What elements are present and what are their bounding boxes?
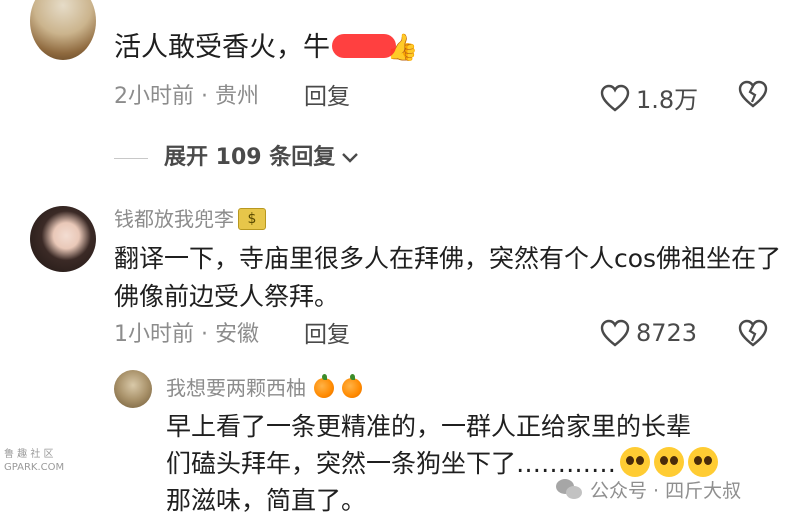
dislike-button[interactable] [738, 80, 768, 108]
like-button[interactable]: 1.8万 [600, 80, 698, 115]
avatar[interactable] [30, 206, 96, 272]
dislike-button[interactable] [738, 319, 768, 347]
broken-heart-icon [738, 319, 768, 347]
orange-icon [342, 374, 362, 398]
divider [114, 158, 148, 159]
pleading-face-icon [620, 447, 651, 477]
redaction-mark [332, 34, 396, 58]
like-count: 8723 [636, 319, 698, 347]
watermark-line: 鲁 趣 社 区 [4, 449, 54, 460]
expand-replies-button[interactable]: 展开 109 条回复 [164, 143, 359, 173]
reply-button[interactable]: 回复 [304, 320, 350, 350]
username-text: 钱都放我兜李 [114, 207, 234, 231]
comment-meta: 1小时前 · 安徽 [114, 322, 259, 347]
pleading-face-icon [654, 447, 685, 477]
pleading-face-icon [688, 447, 719, 477]
like-button[interactable]: 8723 [600, 319, 697, 347]
reply-line-text: 们磕头拜年，突然一条狗坐下了………… [166, 449, 617, 478]
comment-meta: 2小时前 · 贵州 [114, 84, 259, 109]
username-text: 我想要两颗西柚 [166, 376, 306, 400]
comment-text: 翻译一下，寺庙里很多人在拜佛，突然有个人cos佛祖坐在了佛像前边受人祭拜。 [114, 244, 782, 311]
reply-line: 早上看了一条更精准的，一群人正给家里的长辈 [166, 412, 692, 441]
expand-replies-label: 展开 109 条回复 [164, 145, 336, 170]
username[interactable]: 钱都放我兜李 $ [114, 205, 266, 233]
comment-thread: 活人敢受香火，牛 👍 2小时前 · 贵州 回复 1.8万 展开 109 条回复 钱… [0, 0, 800, 524]
watermark: 公众号 · 四斤大叔 [556, 476, 741, 503]
chevron-down-icon [341, 151, 359, 165]
money-bag-icon: $ [238, 208, 266, 230]
reply-button[interactable]: 回复 [304, 82, 350, 112]
like-count: 1.8万 [636, 86, 699, 114]
watermark-text: 公众号 · 四斤大叔 [590, 480, 742, 502]
broken-heart-icon [738, 80, 768, 108]
avatar[interactable] [30, 0, 96, 60]
orange-icon [314, 374, 334, 398]
avatar[interactable] [114, 370, 152, 408]
username[interactable]: 我想要两颗西柚 [166, 374, 362, 402]
comment-body: 活人敢受香火，牛 [114, 32, 330, 63]
comment-text: 活人敢受香火，牛 👍 [114, 30, 418, 66]
watermark-line: GPARK.COM [4, 462, 65, 473]
wechat-icon [556, 478, 584, 501]
watermark: 鲁 趣 社 区 GPARK.COM [4, 448, 64, 474]
heart-outline-icon [600, 319, 630, 347]
heart-outline-icon [600, 84, 630, 112]
